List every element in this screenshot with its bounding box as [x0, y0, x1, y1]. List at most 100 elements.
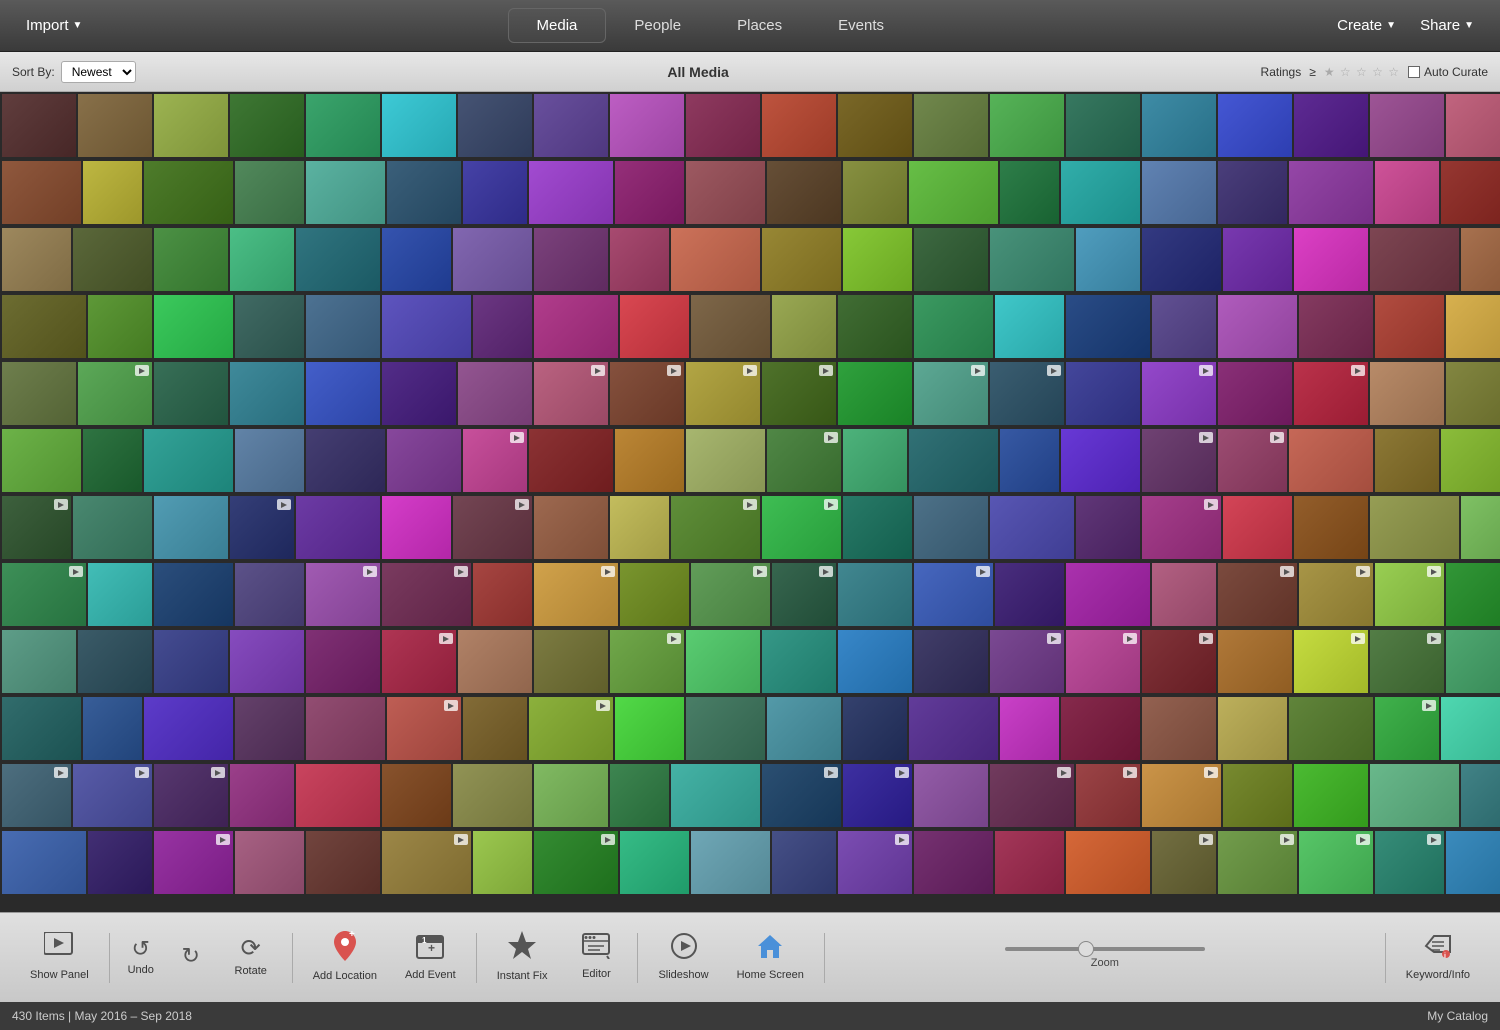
photo-cell[interactable] [1152, 563, 1216, 626]
photo-cell[interactable] [306, 697, 385, 760]
photo-cell[interactable] [2, 563, 86, 626]
photo-cell[interactable] [296, 764, 380, 827]
photo-cell[interactable] [458, 630, 532, 693]
photo-cell[interactable] [909, 697, 998, 760]
photo-cell[interactable] [1289, 429, 1373, 492]
photo-cell[interactable] [382, 764, 451, 827]
photo-cell[interactable] [620, 295, 689, 358]
photo-cell[interactable] [2, 697, 81, 760]
undo-button[interactable]: ↺ Undo [116, 934, 166, 981]
photo-cell[interactable] [1223, 228, 1292, 291]
photo-cell[interactable] [2, 295, 86, 358]
photo-cell[interactable] [453, 496, 532, 559]
photo-cell[interactable] [1142, 697, 1216, 760]
photo-cell[interactable] [1461, 496, 1500, 559]
photo-cell[interactable] [458, 362, 532, 425]
photo-cell[interactable] [306, 161, 385, 224]
photo-cell[interactable] [610, 94, 684, 157]
photo-cell[interactable] [1299, 295, 1373, 358]
photo-cell[interactable] [458, 94, 532, 157]
photo-cell[interactable] [296, 496, 380, 559]
photo-cell[interactable] [1375, 161, 1439, 224]
photo-cell[interactable] [838, 295, 912, 358]
photo-cell[interactable] [1375, 295, 1444, 358]
photo-cell[interactable] [1066, 831, 1150, 894]
photo-cell[interactable] [2, 496, 71, 559]
photo-cell[interactable] [1000, 429, 1059, 492]
photo-cell[interactable] [1375, 697, 1439, 760]
photo-cell[interactable] [306, 429, 385, 492]
photo-cell[interactable] [534, 563, 618, 626]
photo-cell[interactable] [473, 295, 532, 358]
photo-cell[interactable] [1294, 362, 1368, 425]
photo-cell[interactable] [691, 563, 770, 626]
photo-cell[interactable] [1142, 362, 1216, 425]
photo-cell[interactable] [1218, 94, 1292, 157]
photo-cell[interactable] [990, 94, 1064, 157]
photo-cell[interactable] [1000, 161, 1059, 224]
photo-cell[interactable] [154, 563, 233, 626]
photo-cell[interactable] [762, 764, 841, 827]
photo-cell[interactable] [306, 630, 380, 693]
photo-cell[interactable] [671, 764, 760, 827]
photo-cell[interactable] [1370, 764, 1459, 827]
photo-cell[interactable] [843, 429, 907, 492]
add-event-button[interactable]: 1 + Add Event [391, 924, 470, 990]
photo-cell[interactable] [914, 831, 993, 894]
photo-cell[interactable] [382, 563, 471, 626]
photo-cell[interactable] [382, 831, 471, 894]
photo-cell[interactable] [767, 429, 841, 492]
photo-cell[interactable] [387, 161, 461, 224]
photo-cell[interactable] [686, 630, 760, 693]
photo-cell[interactable] [686, 362, 760, 425]
photo-cell[interactable] [914, 764, 988, 827]
photo-cell[interactable] [1294, 764, 1368, 827]
photo-cell[interactable] [772, 831, 836, 894]
photo-cell[interactable] [1441, 429, 1500, 492]
photo-cell[interactable] [1370, 94, 1444, 157]
photo-cell[interactable] [306, 563, 380, 626]
photo-cell[interactable] [1446, 94, 1500, 157]
photo-cell[interactable] [529, 429, 613, 492]
photo-cell[interactable] [1370, 496, 1459, 559]
photo-cell[interactable] [1218, 429, 1287, 492]
keyword-info-button[interactable]: i Keyword/Info [1392, 924, 1484, 990]
photo-cell[interactable] [154, 295, 233, 358]
photo-cell[interactable] [453, 764, 532, 827]
photo-cell[interactable] [914, 563, 993, 626]
photo-cell[interactable] [1218, 362, 1292, 425]
photo-cell[interactable] [2, 94, 76, 157]
photo-cell[interactable] [78, 630, 152, 693]
photo-cell[interactable] [843, 228, 912, 291]
photo-cell[interactable] [1066, 295, 1150, 358]
photo-cell[interactable] [1218, 563, 1297, 626]
photo-cell[interactable] [1294, 496, 1368, 559]
photo-cell[interactable] [83, 697, 142, 760]
photo-cell[interactable] [615, 697, 684, 760]
photo-cell[interactable] [534, 362, 608, 425]
create-button[interactable]: Create ▼ [1327, 11, 1406, 40]
photo-cell[interactable] [78, 94, 152, 157]
photo-cell[interactable] [382, 94, 456, 157]
photo-cell[interactable] [1446, 362, 1500, 425]
photo-cell[interactable] [230, 228, 294, 291]
photo-cell[interactable] [382, 496, 451, 559]
zoom-slider[interactable] [1005, 947, 1205, 951]
photo-cell[interactable] [1370, 228, 1459, 291]
photo-cell[interactable] [463, 161, 527, 224]
photo-cell[interactable] [463, 429, 527, 492]
photo-cell[interactable] [1076, 228, 1140, 291]
editor-button[interactable]: Editor [561, 925, 631, 989]
photo-cell[interactable] [1446, 630, 1500, 693]
photo-cell[interactable] [1446, 563, 1500, 626]
photo-cell[interactable] [387, 429, 461, 492]
photo-cell[interactable] [2, 161, 81, 224]
photo-cell[interactable] [1223, 764, 1292, 827]
photo-cell[interactable] [686, 161, 765, 224]
photo-cell[interactable] [615, 429, 684, 492]
photo-cell[interactable] [2, 831, 86, 894]
photo-cell[interactable] [144, 161, 233, 224]
photo-cell[interactable] [1375, 831, 1444, 894]
photo-cell[interactable] [529, 697, 613, 760]
photo-cell[interactable] [306, 295, 380, 358]
